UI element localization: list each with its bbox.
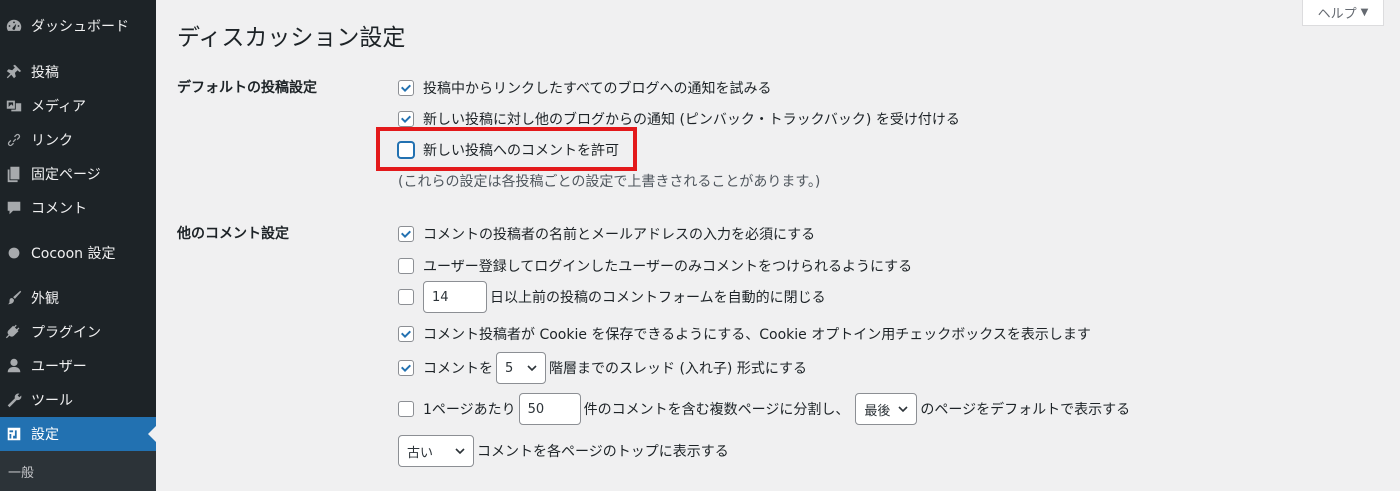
option-label: 階層までのスレッド (入れ子) 形式にする	[549, 361, 807, 377]
sidebar-item-media[interactable]: メディア	[0, 89, 156, 123]
submenu-item-general[interactable]: 一般	[8, 462, 34, 481]
checkbox-threaded-comments[interactable]	[398, 360, 414, 376]
dashboard-icon	[4, 16, 24, 36]
sidebar-item-tools[interactable]: ツール	[0, 383, 156, 417]
sidebar-item-label: ユーザー	[31, 359, 87, 375]
option-label: ユーザー登録してログインしたユーザーのみコメントをつけられるようにする	[423, 259, 913, 275]
sidebar-item-label: Cocoon 設定	[31, 246, 116, 262]
brush-icon	[4, 288, 24, 308]
checkbox-close-comments[interactable]	[398, 289, 414, 305]
sidebar-item-label: コメント	[31, 201, 87, 217]
select-value: 古い	[407, 445, 434, 461]
comments-per-page-input[interactable]: 50	[518, 393, 581, 425]
option-comment-order: 古い コメントを各ページのトップに表示する	[398, 435, 729, 467]
sidebar-item-label: プラグイン	[31, 325, 101, 341]
sidebar-item-label: 固定ページ	[31, 167, 101, 183]
sidebar-item-posts[interactable]: 投稿	[0, 55, 156, 89]
select-value: 最後	[864, 403, 891, 419]
sidebar-item-label: ツール	[31, 393, 73, 409]
help-label: ヘルプ	[1317, 7, 1357, 22]
sidebar-item-settings[interactable]: 設定	[0, 417, 156, 451]
checkbox-pingback-notify[interactable]	[398, 80, 414, 96]
checkbox-require-name-email[interactable]	[398, 226, 414, 242]
override-note: (これらの設定は各投稿ごとの設定で上書きされることがあります。)	[398, 174, 821, 190]
sidebar-item-label: 外観	[31, 291, 59, 307]
option-label: コメントを各ページのトップに表示する	[477, 444, 729, 460]
select-value: 5	[505, 360, 514, 376]
link-icon	[4, 130, 24, 150]
sidebar-item-users[interactable]: ユーザー	[0, 349, 156, 383]
option-accept-pingbacks: 新しい投稿に対し他のブログからの通知 (ピンバック・トラックバック) を受け付け…	[398, 109, 960, 129]
sidebar-item-label: リンク	[31, 133, 73, 149]
sidebar-item-appearance[interactable]: 外観	[0, 281, 156, 315]
comment-icon	[4, 198, 24, 218]
circle-icon	[4, 243, 24, 263]
sidebar-item-label: メディア	[31, 99, 87, 115]
sidebar-item-comments[interactable]: コメント	[0, 191, 156, 225]
page-title: ディスカッション設定	[177, 25, 406, 51]
checkbox-registration-required[interactable]	[398, 258, 414, 274]
option-pingback-notify: 投稿中からリンクしたすべてのブログへの通知を試みる	[398, 78, 771, 98]
section-label-other-comment: 他のコメント設定	[177, 226, 289, 242]
section-label-default-post: デフォルトの投稿設定	[177, 80, 317, 96]
option-label: 投稿中からリンクしたすべてのブログへの通知を試みる	[423, 81, 772, 97]
option-label: 件のコメントを含む複数ページに分割し、	[583, 402, 850, 418]
option-label: 1ページあたり	[423, 402, 516, 418]
sidebar-item-label: 投稿	[31, 65, 59, 81]
checkbox-cookies[interactable]	[398, 326, 414, 342]
pushpin-icon	[4, 62, 24, 82]
option-label: コメントを	[423, 361, 493, 377]
thread-depth-select[interactable]: 5	[496, 352, 546, 384]
page-icon	[4, 164, 24, 184]
caret-down-icon: ▼	[1360, 7, 1369, 18]
media-icon	[4, 96, 24, 116]
checkbox-accept-pingbacks[interactable]	[398, 111, 414, 127]
option-label: 新しい投稿に対し他のブログからの通知 (ピンバック・トラックバック) を受け付け…	[423, 112, 960, 128]
option-label: コメントの投稿者の名前とメールアドレスの入力を必須にする	[423, 227, 816, 243]
option-require-name-email: コメントの投稿者の名前とメールアドレスの入力を必須にする	[398, 224, 815, 244]
option-registration-required: ユーザー登録してログインしたユーザーのみコメントをつけられるようにする	[398, 256, 912, 276]
checkmark-icon	[401, 115, 411, 123]
help-tab-button[interactable]: ヘルプ ▼	[1302, 0, 1384, 26]
option-label: のページをデフォルトで表示する	[920, 402, 1131, 418]
option-label: 日以上前の投稿のコメントフォームを自動的に閉じる	[490, 290, 826, 306]
sidebar-item-links[interactable]: リンク	[0, 123, 156, 157]
settings-icon	[4, 424, 24, 444]
wrench-icon	[4, 390, 24, 410]
checkmark-icon	[401, 364, 411, 372]
checkmark-icon	[401, 330, 411, 338]
checkmark-icon	[401, 84, 411, 92]
highlight-annotation-box	[376, 127, 637, 171]
chevron-down-icon	[898, 406, 908, 413]
plugin-icon	[4, 322, 24, 342]
chevron-down-icon	[455, 448, 465, 455]
sidebar-item-plugins[interactable]: プラグイン	[0, 315, 156, 349]
default-page-select[interactable]: 最後	[855, 393, 918, 425]
sidebar-item-dashboard[interactable]: ダッシュボード	[0, 9, 156, 43]
settings-submenu: 一般	[0, 451, 156, 491]
comment-order-select[interactable]: 古い	[398, 435, 474, 467]
sidebar-item-label: 設定	[31, 427, 59, 443]
checkmark-icon	[401, 230, 411, 238]
option-label: コメント投稿者が Cookie を保存できるようにする、Cookie オプトイン…	[423, 327, 1091, 343]
option-close-comments: 14 日以上前の投稿のコメントフォームを自動的に閉じる	[398, 281, 826, 313]
sidebar-item-pages[interactable]: 固定ページ	[0, 157, 156, 191]
option-paged-comments: 1ページあたり 50 件のコメントを含む複数ページに分割し、 最後 のページをデ…	[398, 393, 1130, 425]
user-icon	[4, 356, 24, 376]
option-cookies: コメント投稿者が Cookie を保存できるようにする、Cookie オプトイン…	[398, 324, 1091, 344]
option-threaded-comments: コメントを 5 階層までのスレッド (入れ子) 形式にする	[398, 352, 807, 384]
close-comments-days-input[interactable]: 14	[423, 281, 487, 313]
checkbox-paged-comments[interactable]	[398, 401, 414, 417]
sidebar-item-cocoon[interactable]: Cocoon 設定	[0, 236, 156, 270]
sidebar-item-label: ダッシュボード	[31, 19, 129, 35]
chevron-down-icon	[527, 365, 537, 372]
admin-sidebar: ダッシュボード 投稿 メディア リンク 固定ページ コメント Cocoon 設定…	[0, 0, 156, 491]
